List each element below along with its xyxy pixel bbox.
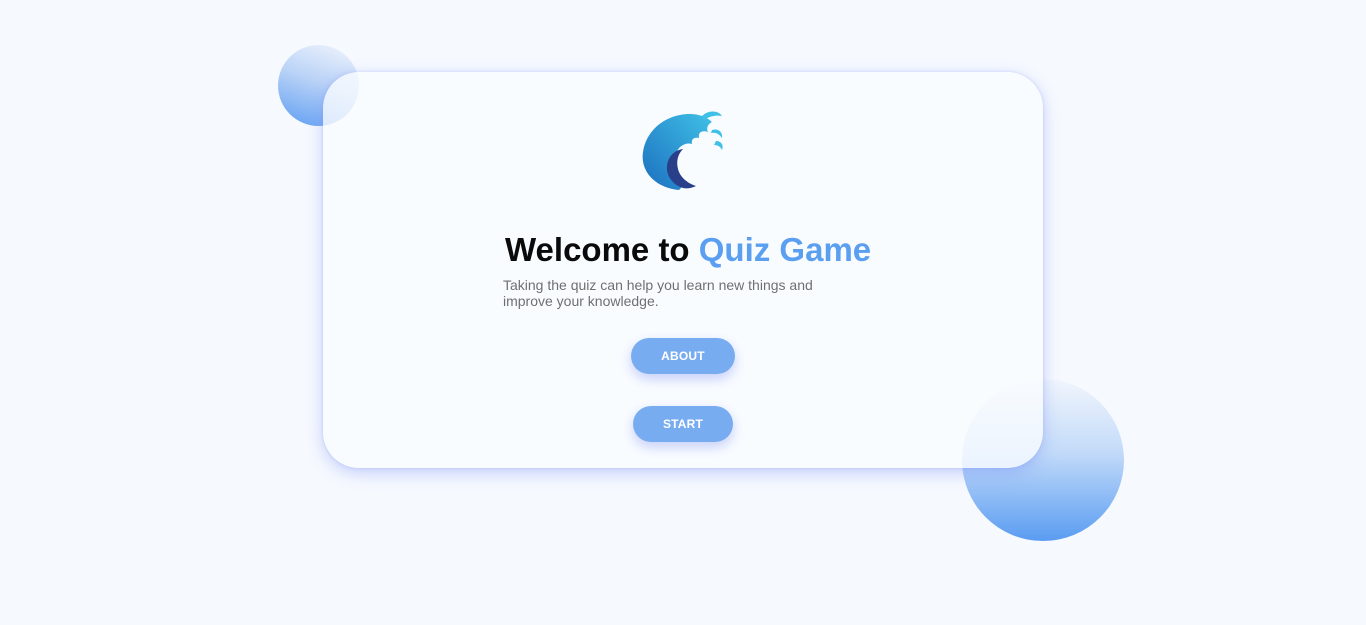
title-prefix: Welcome to [505, 231, 690, 268]
wave-icon [642, 111, 723, 190]
title-highlight: Quiz Game [698, 231, 872, 268]
about-button[interactable]: ABOUT [631, 338, 735, 374]
page-title: Welcome to Quiz Game [505, 230, 871, 270]
start-button[interactable]: START [633, 406, 733, 442]
subtitle: Taking the quiz can help you learn new t… [503, 277, 813, 309]
page: Welcome to Quiz Game Taking the quiz can… [0, 0, 1366, 625]
